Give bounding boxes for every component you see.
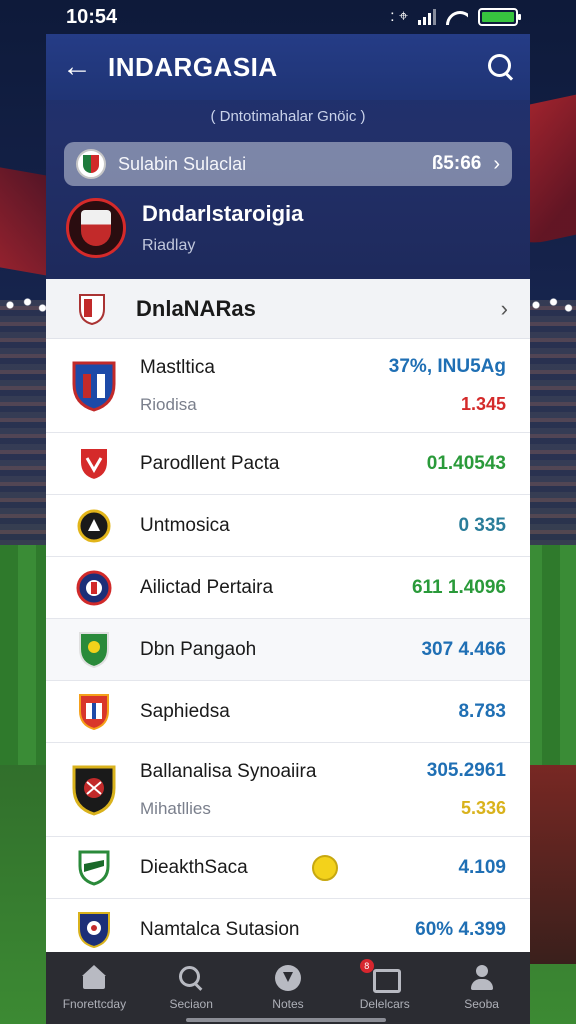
team-subtitle: Mihatllies	[140, 798, 211, 818]
chevron-right-icon: ›	[493, 152, 500, 175]
team-crest-icon	[77, 509, 111, 542]
shield-crest-icon	[79, 293, 105, 325]
team-crest-icon	[79, 693, 109, 730]
bottom-nav: Fnorettcday Seciaon Notes 8 Delelcars Se…	[46, 952, 530, 1024]
list-item[interactable]: Saphiedsa 8.783	[46, 681, 530, 743]
status-icons: : ⌖	[390, 8, 521, 26]
team-name: Untmosica	[140, 514, 230, 536]
team-value: 611 1.4096	[411, 576, 506, 598]
team-list: DnlaNARas › Mastltica Riodisa 37%, INU5A…	[46, 279, 530, 961]
team-secondary-value: 1.345	[460, 394, 506, 414]
team-value: 307 4.466	[421, 638, 506, 660]
live-match-banner[interactable]: Sulabin Sulaclai ß5:66 ›	[64, 142, 512, 186]
home-indicator[interactable]	[186, 1018, 386, 1022]
team-value: 0 335	[458, 514, 506, 536]
home-icon	[81, 965, 107, 991]
chevron-right-icon: ›	[500, 295, 508, 321]
back-arrow-icon[interactable]: ←	[62, 50, 96, 84]
team-value: 8.783	[458, 700, 506, 722]
team-crest-icon	[78, 911, 110, 948]
search-icon	[178, 965, 204, 991]
signal-icon	[418, 9, 436, 25]
notification-icon: : ⌖	[390, 8, 408, 25]
section-title: DnlaNARas	[136, 295, 256, 321]
nav-item-inbox[interactable]: 8 Delelcars	[340, 959, 430, 1011]
team-subtitle: Riodisa	[140, 394, 197, 414]
list-item[interactable]: Parodllent Pacta 01.40543	[46, 433, 530, 495]
match-score: ß5:66	[431, 153, 482, 174]
match-name: Sulabin Sulaclai	[118, 153, 247, 174]
team-name: Ailictad Pertaira	[140, 576, 274, 598]
team-crest-icon	[72, 361, 116, 412]
list-item[interactable]: Untmosica 0 335	[46, 495, 530, 557]
status-time: 10:54	[66, 5, 118, 28]
nav-item-notes[interactable]: Notes	[243, 965, 333, 1011]
page-title: INDARGASIA	[108, 51, 278, 82]
team-name: DieakthSaca	[140, 856, 248, 878]
nav-label: Delelcars	[359, 997, 410, 1011]
team-name: Namtalca Sutasion	[140, 918, 300, 940]
team-name: Ballanalisa Synoaiira	[140, 760, 317, 782]
header-subtitle: ( Dntotimahalar Gnöic )	[210, 108, 366, 125]
team-crest-icon	[72, 765, 116, 816]
nav-label: Seciaon	[169, 997, 213, 1011]
team-crest-icon	[79, 631, 109, 668]
team-crest-icon	[76, 149, 106, 179]
list-item[interactable]: Mastltica Riodisa 37%, INU5Ag 1.345	[46, 339, 530, 433]
team-value: 4.109	[458, 856, 506, 878]
team-name: Parodllent Pacta	[140, 452, 280, 474]
team-value: 01.40543	[426, 452, 506, 474]
featured-team[interactable]: Dndarlstaroigia Riadlay	[46, 186, 530, 258]
team-crest-icon	[76, 570, 112, 605]
team-name: Mastltica	[140, 356, 215, 378]
stadium-lights	[526, 290, 576, 320]
featured-subtitle: Riadlay	[142, 237, 196, 254]
featured-team-crest-icon	[66, 198, 126, 258]
search-icon[interactable]	[488, 54, 514, 80]
featured-title: Dndarlstaroigia	[142, 201, 304, 226]
notes-icon	[274, 965, 301, 991]
nav-label: Notes	[272, 997, 304, 1011]
team-value: 37%, INU5Ag	[388, 356, 506, 377]
team-crest-icon	[78, 850, 110, 886]
top-bar: ← INDARGASIA	[46, 34, 530, 100]
team-name: Dbn Pangaoh	[140, 638, 257, 660]
nav-label: Fnorettcday	[62, 997, 127, 1011]
nav-item-profile[interactable]: Seoba	[437, 965, 527, 1011]
list-item[interactable]: Ballanalisa Synoaiira Mihatllies 305.296…	[46, 743, 530, 837]
stadium-lights	[0, 290, 50, 320]
section-header[interactable]: DnlaNARas ›	[46, 279, 530, 339]
team-secondary-value: 5.336	[460, 798, 506, 818]
header: ← INDARGASIA ( Dntotimahalar Gnöic ) Sul…	[46, 34, 530, 279]
list-item[interactable]: Dbn Pangaoh 307 4.466	[46, 619, 530, 681]
list-item[interactable]: Ailictad Pertaira 611 1.4096	[46, 557, 530, 619]
notification-badge: 8	[359, 959, 374, 973]
inbox-icon	[372, 965, 401, 993]
wifi-icon	[446, 9, 468, 25]
team-value: 305.2961	[426, 760, 506, 781]
nav-label: Seoba	[464, 997, 499, 1011]
nav-item-home[interactable]: Fnorettcday	[49, 965, 139, 1011]
battery-icon	[478, 8, 521, 26]
live-indicator-dot	[312, 855, 338, 881]
profile-icon	[469, 965, 495, 991]
nav-item-search[interactable]: Seciaon	[146, 965, 236, 1011]
list-item[interactable]: DieakthSaca 4.109	[46, 837, 530, 899]
app-panel: ← INDARGASIA ( Dntotimahalar Gnöic ) Sul…	[46, 34, 530, 1024]
featured-text: Dndarlstaroigia Riadlay	[142, 201, 303, 255]
status-bar: 10:54 : ⌖	[0, 0, 576, 34]
team-value: 60% 4.399	[415, 918, 506, 940]
team-name: Saphiedsa	[140, 700, 230, 722]
team-crest-icon	[79, 446, 109, 481]
